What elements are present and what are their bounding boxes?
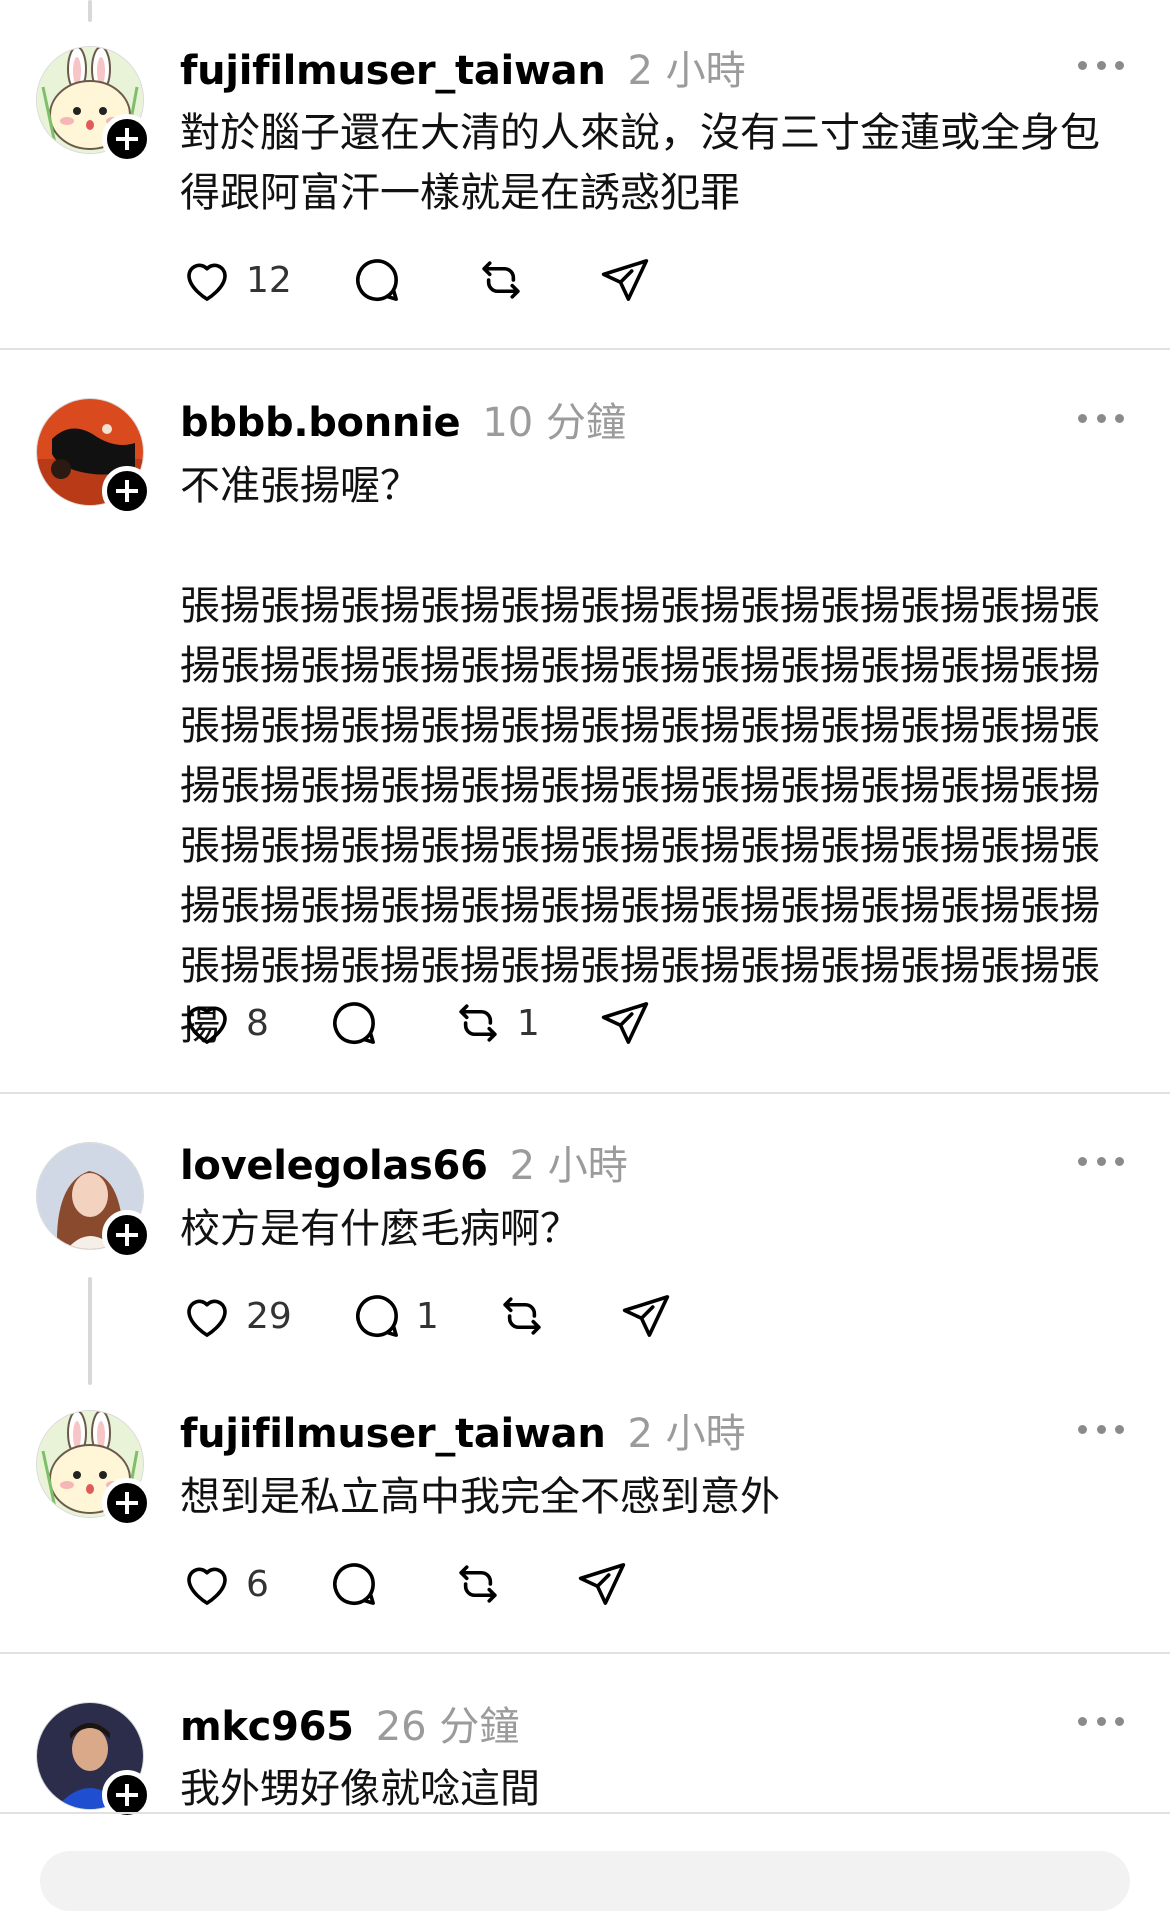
share-button[interactable] [619, 1289, 673, 1343]
more-icon[interactable] [1078, 1421, 1124, 1437]
post-actions: 12 [180, 253, 652, 307]
username[interactable]: bbbb.bonnie [180, 400, 461, 446]
like-count: 12 [246, 259, 292, 301]
avatar[interactable] [36, 398, 152, 516]
post-actions: 6 [180, 1557, 629, 1611]
post-divider [0, 1652, 1170, 1654]
more-icon[interactable] [1078, 57, 1124, 73]
repost-button[interactable] [474, 253, 528, 307]
share-button[interactable] [598, 996, 652, 1050]
timestamp: 2 小時 [627, 48, 746, 94]
heart-icon [187, 263, 227, 301]
like-button[interactable]: 29 [180, 1289, 292, 1343]
comment-button[interactable]: 1 [350, 1289, 439, 1343]
comment-bubble-icon [332, 1002, 375, 1044]
like-button[interactable]: 6 [180, 1557, 269, 1611]
comment-bubble-icon [355, 1295, 398, 1337]
plus-icon[interactable] [102, 1210, 152, 1260]
repost-icon [482, 261, 520, 299]
more-icon[interactable] [1078, 1153, 1124, 1169]
username[interactable]: fujifilmuser_taiwan [180, 48, 606, 94]
send-icon [622, 1295, 669, 1337]
post-header: lovelegolas66 2 小時 [180, 1133, 628, 1189]
post-actions: 8 1 [180, 996, 652, 1050]
comment-bubble-icon [355, 259, 398, 301]
post-text: 對於腦子還在大清的人來說，沒有三寸金蓮或全身包得跟阿富汗一樣就是在誘惑犯罪 [180, 110, 1100, 216]
repost-icon [459, 1004, 497, 1042]
timestamp: 2 小時 [509, 1143, 628, 1189]
post-header: bbbb.bonnie 10 分鐘 [180, 390, 626, 446]
repost-button[interactable] [495, 1289, 549, 1343]
plus-icon[interactable] [102, 1478, 152, 1528]
post-text: 想到是私立高中我完全不感到意外 [180, 1474, 780, 1520]
post-divider [0, 1812, 1170, 1814]
post-text: 校方是有什麼毛病啊？ [180, 1206, 580, 1252]
share-button[interactable] [575, 1557, 629, 1611]
comment-count: 1 [415, 1295, 439, 1337]
timestamp: 26 分鐘 [375, 1704, 520, 1750]
post-header: mkc965 26 分鐘 [180, 1694, 519, 1750]
comment-bubble-icon [332, 1563, 375, 1605]
like-button[interactable]: 8 [180, 996, 269, 1050]
comment-button[interactable] [327, 1557, 381, 1611]
post-actions: 29 1 [180, 1289, 673, 1343]
heart-icon [187, 1567, 227, 1605]
post-header: fujifilmuser_taiwan 2 小時 [180, 1401, 746, 1457]
timestamp: 10 分鐘 [482, 400, 626, 446]
thread-connector-line [88, 1277, 92, 1385]
post-text: 我外甥好像就唸這間 [180, 1766, 540, 1812]
timestamp: 2 小時 [627, 1411, 746, 1457]
post-header: fujifilmuser_taiwan 2 小時 [180, 38, 746, 94]
like-button[interactable]: 12 [180, 253, 292, 307]
username[interactable]: fujifilmuser_taiwan [180, 1411, 606, 1457]
username[interactable]: mkc965 [180, 1704, 354, 1750]
post-divider [0, 348, 1170, 350]
avatar[interactable] [36, 46, 152, 164]
heart-icon [187, 1006, 227, 1044]
repost-count: 1 [516, 1002, 540, 1044]
thread-connector-line [88, 0, 92, 22]
repost-button[interactable] [451, 1557, 505, 1611]
like-count: 8 [246, 1002, 269, 1044]
more-icon[interactable] [1078, 410, 1124, 426]
heart-icon [187, 1299, 227, 1337]
reply-input-bar[interactable] [40, 1851, 1130, 1911]
send-icon [601, 1002, 648, 1044]
username[interactable]: lovelegolas66 [180, 1143, 488, 1189]
avatar[interactable] [36, 1142, 152, 1260]
plus-icon[interactable] [102, 466, 152, 516]
repost-button[interactable]: 1 [451, 996, 540, 1050]
send-icon [601, 259, 648, 301]
comment-button[interactable] [350, 253, 404, 307]
more-icon[interactable] [1078, 1713, 1124, 1729]
like-count: 29 [246, 1295, 292, 1337]
repost-icon [459, 1565, 497, 1603]
avatar[interactable] [36, 1410, 152, 1528]
send-icon [578, 1563, 626, 1605]
share-button[interactable] [598, 253, 652, 307]
avatar[interactable] [36, 1702, 152, 1820]
repost-icon [503, 1297, 541, 1335]
like-count: 6 [246, 1563, 269, 1605]
post-text: 不准張揚喔？ 張揚張揚張揚張揚張揚張揚張揚張揚張揚張揚張揚張揚張揚張揚張揚張揚張… [180, 463, 1100, 1049]
comment-button[interactable] [327, 996, 381, 1050]
plus-icon[interactable] [102, 114, 152, 164]
post-divider [0, 1092, 1170, 1094]
